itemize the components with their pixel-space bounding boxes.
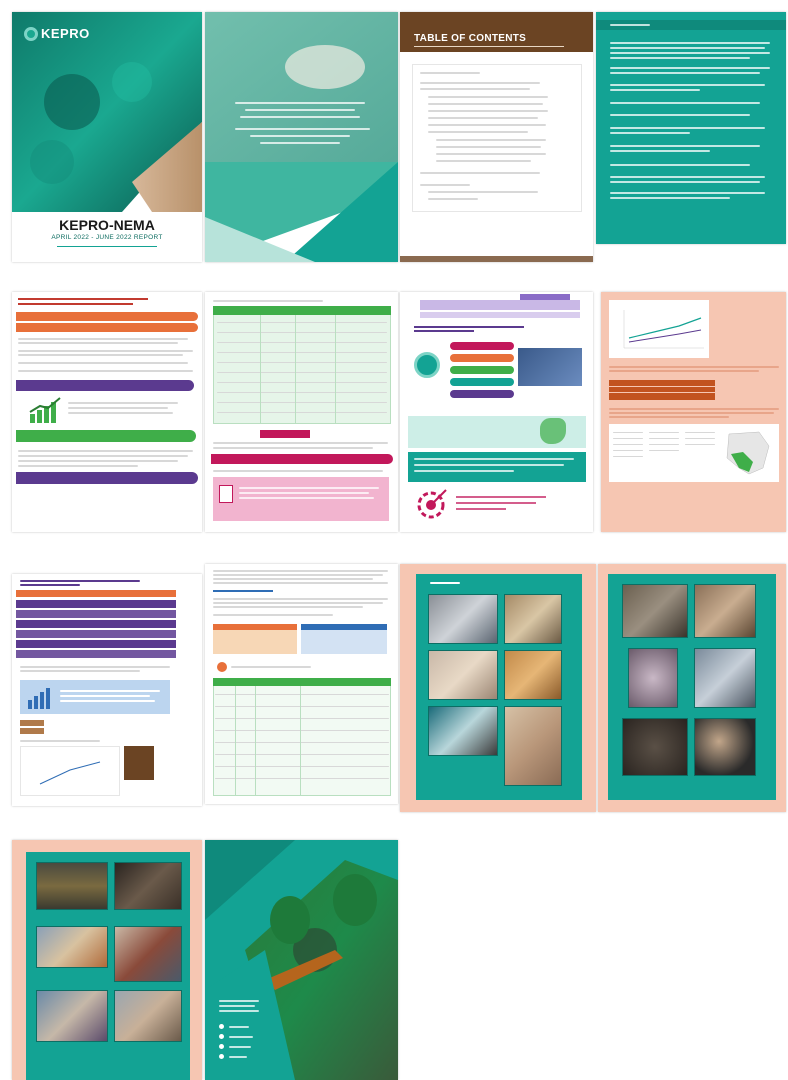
waste-photo-10	[694, 648, 756, 708]
banner-purple-1	[16, 380, 194, 391]
logo-icon	[24, 26, 38, 41]
summary-page	[12, 574, 202, 806]
toc-page: TABLE OF CONTENTS	[400, 12, 593, 262]
cover-logo: KEPRO	[24, 26, 90, 41]
waste-photo-1	[428, 594, 498, 644]
growth-chart-icon	[29, 397, 61, 423]
phone-icon	[219, 1034, 224, 1039]
chart-map-page	[601, 292, 786, 532]
introduction-page	[596, 12, 786, 244]
inside-cover-page	[205, 12, 398, 262]
magenta-banner	[211, 454, 393, 464]
toc-footer-bar	[400, 256, 593, 262]
teal-callout-2	[408, 452, 586, 482]
web-icon	[219, 1054, 224, 1059]
data-table-page	[205, 564, 398, 804]
cover-subtitle: APRIL 2022 - JUNE 2022 REPORT	[51, 234, 163, 241]
document-icon	[219, 485, 233, 503]
site-photo-4	[114, 926, 182, 982]
inside-cover-graphic	[205, 12, 398, 262]
email-icon	[219, 1044, 224, 1049]
waste-photo-9	[628, 648, 678, 708]
orange-table	[609, 380, 715, 400]
waste-photo-4	[504, 650, 562, 700]
gear-target-icon	[417, 489, 447, 519]
infographic-circle-icon	[414, 352, 440, 378]
objectives-page	[12, 292, 202, 532]
waste-photo-8	[694, 584, 756, 638]
photo-gallery-2	[598, 564, 786, 812]
site-photo-2	[114, 862, 182, 910]
cover-title: KEPRO-NEMA	[59, 217, 155, 233]
banner-purple-2	[16, 472, 198, 484]
photo-gallery-3	[12, 840, 202, 1080]
site-photo-1	[36, 862, 108, 910]
banner-green	[16, 430, 196, 442]
table-page	[205, 292, 398, 532]
kenya-map	[726, 431, 770, 475]
toc-heading: TABLE OF CONTENTS	[414, 33, 527, 44]
magenta-label	[260, 430, 310, 438]
banner-orange-1	[16, 312, 198, 321]
photo-gallery-1	[400, 564, 596, 812]
waste-photo-7	[622, 584, 688, 638]
bar-chart-icon	[28, 688, 50, 709]
back-cover	[205, 840, 398, 1080]
line-chart	[623, 310, 704, 349]
cover-page: KEPRO KEPRO-NEMA APRIL 2022 - JUNE 2022 …	[12, 12, 202, 262]
site-photo-6	[114, 990, 182, 1042]
back-cover-graphic	[205, 840, 398, 1080]
waste-photo-11	[622, 718, 688, 776]
waste-photo-3	[428, 650, 498, 700]
meeting-photo	[518, 348, 582, 386]
waste-photo-12	[694, 718, 756, 776]
cover-underline	[57, 246, 157, 247]
site-photo-5	[36, 990, 108, 1042]
mini-line-chart-plot	[39, 761, 101, 785]
logo-text: KEPRO	[41, 26, 90, 41]
site-photo-3	[36, 926, 108, 968]
infographic-page	[400, 292, 593, 532]
brown-icon-tile	[124, 746, 154, 780]
orange-dot-icon	[217, 662, 227, 672]
waste-photo-6	[504, 706, 562, 786]
green-table	[213, 306, 391, 424]
pink-callout	[213, 477, 389, 521]
banner-orange-2	[16, 323, 198, 332]
kenya-map-small	[540, 418, 566, 444]
orange-box	[213, 624, 297, 654]
waste-photo-5	[428, 706, 498, 756]
waste-photo-2	[504, 594, 562, 644]
blue-box	[301, 624, 387, 654]
location-icon	[219, 1024, 224, 1029]
